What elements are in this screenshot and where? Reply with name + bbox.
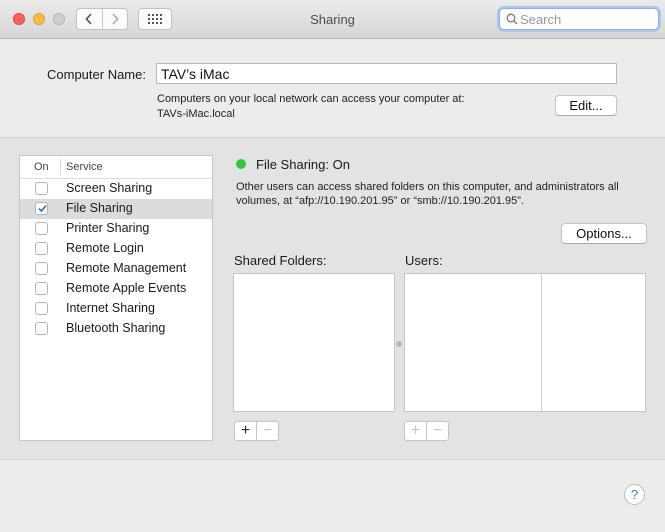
service-row[interactable]: Remote Login — [20, 239, 212, 259]
status-description: Other users can access shared folders on… — [236, 181, 619, 207]
computer-name-label: Computer Name: — [47, 67, 146, 82]
edit-button[interactable]: Edit... — [555, 95, 617, 116]
service-row[interactable]: Remote Management — [20, 259, 212, 279]
service-checkbox[interactable] — [35, 322, 48, 335]
local-hostname: TAVs-iMac.local — [157, 108, 235, 120]
service-name: Bluetooth Sharing — [66, 321, 166, 335]
status-indicator — [236, 159, 246, 169]
service-checkbox[interactable] — [35, 282, 48, 295]
service-name: Remote Management — [66, 261, 187, 275]
options-button[interactable]: Options... — [561, 223, 647, 244]
service-row[interactable]: Bluetooth Sharing — [20, 319, 212, 339]
search-icon — [506, 13, 518, 25]
service-name: Remote Login — [66, 241, 144, 255]
service-name: File Sharing — [66, 201, 133, 215]
users-column-divider — [541, 274, 542, 411]
service-checkbox[interactable] — [35, 182, 48, 195]
column-header-on[interactable]: On — [34, 161, 49, 173]
column-divider — [60, 159, 61, 175]
title-bar: Sharing — [0, 0, 665, 39]
service-checkbox[interactable] — [35, 242, 48, 255]
users-list[interactable] — [404, 273, 646, 412]
search-input[interactable] — [520, 10, 650, 28]
network-access-text: Computers on your local network can acce… — [157, 93, 465, 105]
shared-folders-list[interactable] — [233, 273, 395, 412]
users-add-remove: + − — [404, 421, 449, 441]
split-view-handle[interactable] — [396, 341, 402, 347]
service-list: On Service Screen Sharing File Sharing Pri… — [19, 155, 213, 441]
remove-user-button[interactable]: − — [426, 422, 448, 440]
service-name: Remote Apple Events — [66, 281, 187, 295]
service-checkbox[interactable] — [35, 202, 48, 215]
service-rows: Screen Sharing File Sharing Printer Sharin… — [20, 179, 212, 339]
service-checkbox[interactable] — [35, 262, 48, 275]
shared-folders-add-remove: + − — [234, 421, 279, 441]
add-shared-folder-button[interactable]: + — [235, 422, 256, 440]
service-row[interactable]: Printer Sharing — [20, 219, 212, 239]
remove-shared-folder-button[interactable]: − — [256, 422, 278, 440]
add-user-button[interactable]: + — [405, 422, 426, 440]
service-checkbox[interactable] — [35, 222, 48, 235]
service-checkbox[interactable] — [35, 302, 48, 315]
computer-name-field[interactable]: TAV’s iMac — [156, 63, 617, 84]
checkmark-icon — [38, 204, 47, 213]
service-row[interactable]: Screen Sharing — [20, 179, 212, 199]
help-button[interactable]: ? — [624, 484, 645, 505]
column-header-service[interactable]: Service — [66, 161, 103, 173]
service-list-header: On Service — [20, 156, 212, 179]
search-field[interactable] — [499, 8, 659, 30]
service-name: Printer Sharing — [66, 221, 150, 235]
users-label: Users: — [405, 253, 443, 268]
computer-name-description: Computers on your local network can acce… — [157, 92, 465, 122]
service-name: Screen Sharing — [66, 181, 153, 195]
service-row[interactable]: File Sharing — [20, 199, 212, 219]
service-row[interactable]: Remote Apple Events — [20, 279, 212, 299]
shared-folders-label: Shared Folders: — [234, 253, 327, 268]
status-text: File Sharing: On — [256, 157, 350, 172]
service-name: Internet Sharing — [66, 301, 155, 315]
service-row[interactable]: Internet Sharing — [20, 299, 212, 319]
